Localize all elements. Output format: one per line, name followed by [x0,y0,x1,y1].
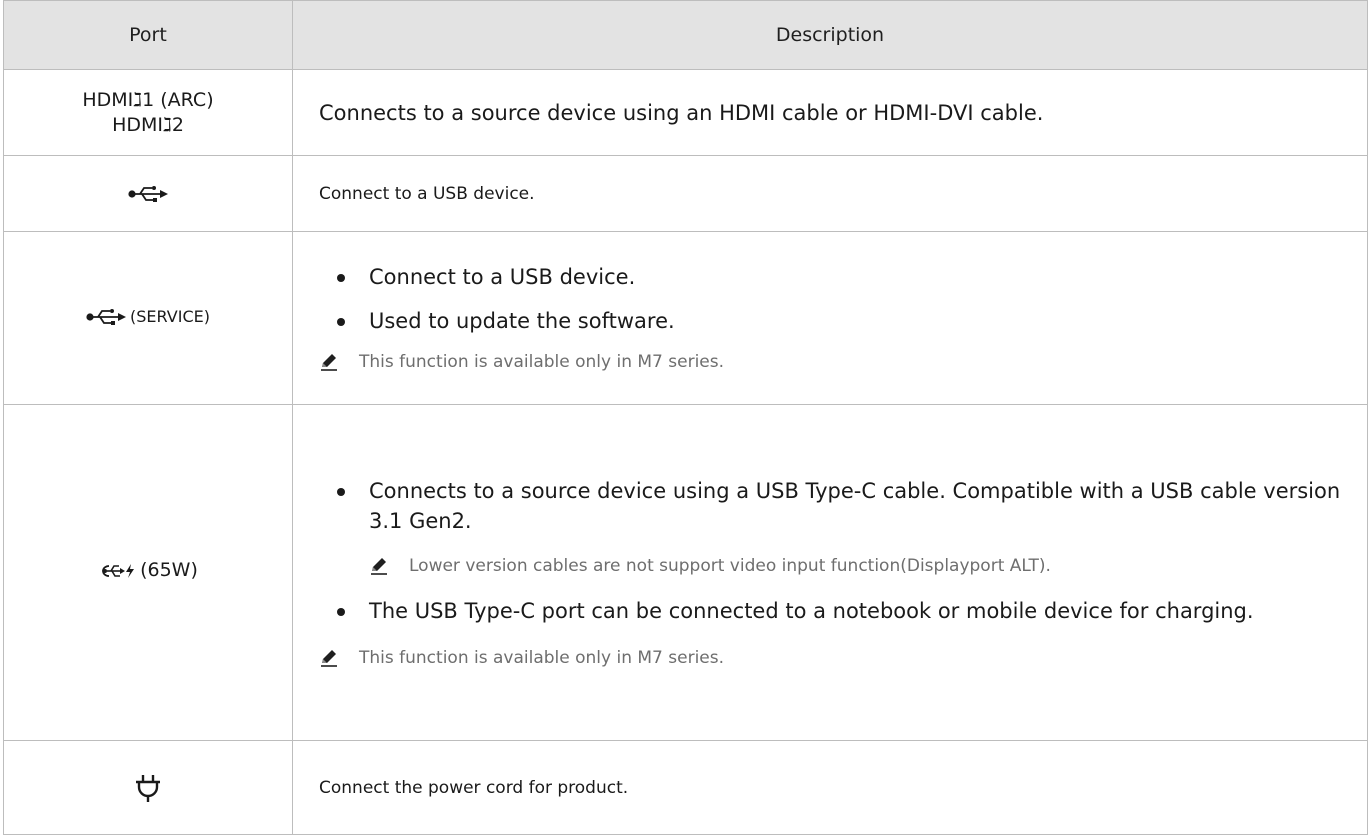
table-row-hdmi: HDMIℷ1 (ARC) HDMIℷ2 Connects to a source… [3,69,1368,156]
sub-note: Lower version cables are not support vid… [319,554,1347,578]
table-row-power: Connect the power cord for product. [3,740,1368,835]
bullet-list: The USB Type-C port can be connected to … [319,596,1347,626]
desc-usb-c: Connects to a source device using a USB … [292,404,1368,741]
pencil-note-icon [321,354,337,371]
bullet-item: The USB Type-C port can be connected to … [319,596,1347,626]
port-cell-usb [3,155,293,232]
note: This function is available only in M7 se… [319,350,1347,374]
port-hdmi-2: HDMIℷ2 [112,113,184,136]
port-hdmi-1: HDMIℷ1 (ARC) [82,88,214,111]
sub-note-text: Lower version cables are not support vid… [409,555,1051,576]
pencil-note-icon [371,557,387,575]
table-row-usb-c: (65W) Connects to a source device using … [3,404,1368,741]
usb-icon [86,308,127,325]
header-port: Port [3,0,293,70]
power-plug-icon [136,774,160,802]
desc-hdmi: Connects to a source device using an HDM… [292,69,1368,156]
note-text: This function is available only in M7 se… [359,647,725,668]
header-description: Description [292,0,1368,70]
bullet-item: Used to update the software. [319,306,1347,336]
port-suffix-65w: (65W) [140,559,198,582]
usb-icon [128,185,168,202]
bullet-item: Connects to a source device using a USB … [319,476,1347,536]
bullet-list: Connects to a source device using a USB … [319,476,1347,536]
desc-usb-service: Connect to a USB device. Used to update … [292,231,1368,405]
port-cell-hdmi: HDMIℷ1 (ARC) HDMIℷ2 [3,69,293,156]
desc-usb: Connect to a USB device. [292,155,1368,232]
table-row-usb: Connect to a USB device. [3,155,1368,232]
port-cell-usb-service: (SERVICE) [3,231,293,405]
desc-power: Connect the power cord for product. [292,740,1368,835]
port-cell-usb-c: (65W) [3,404,293,741]
note-text: This function is available only in M7 se… [359,352,725,372]
table-row-usb-service: (SERVICE) Connect to a USB device. Used … [3,231,1368,405]
note: This function is available only in M7 se… [319,646,1347,670]
pencil-note-icon [321,649,337,667]
port-suffix-service: (SERVICE) [130,307,210,327]
bullet-item: Connect to a USB device. [319,262,1347,292]
port-cell-power [3,740,293,835]
ports-table: Port Description HDMIℷ1 (ARC) HDMIℷ2 Con… [3,0,1368,835]
table-header-row: Port Description [3,0,1368,70]
bullet-list: Connect to a USB device. Used to update … [319,262,1347,336]
usb-c-charge-icon [102,563,135,578]
